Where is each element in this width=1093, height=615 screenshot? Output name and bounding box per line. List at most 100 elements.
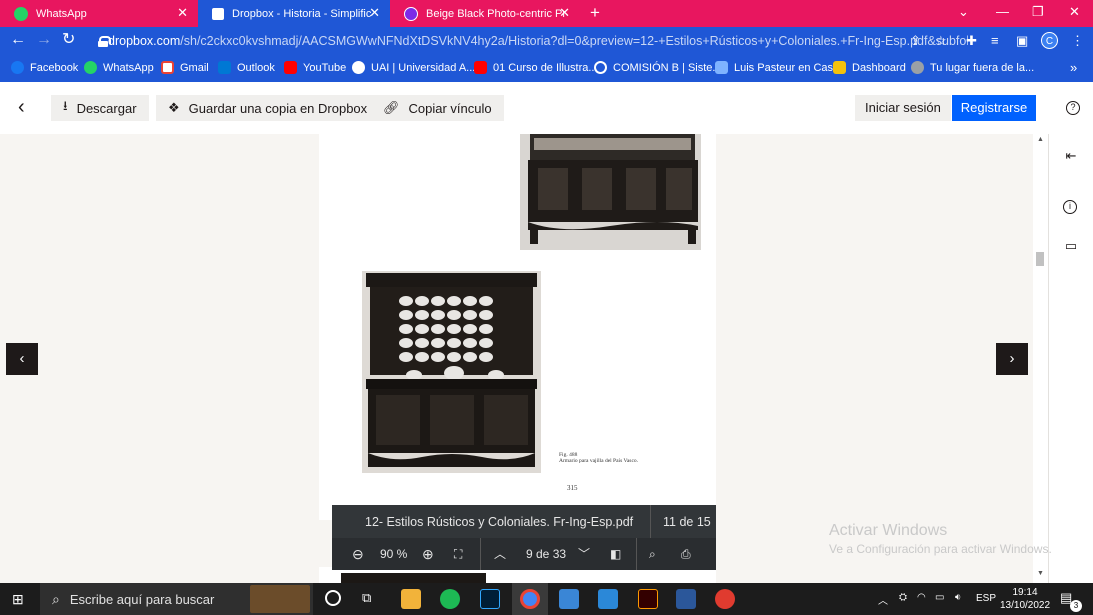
wifi-icon[interactable]: ◠ [917,592,926,603]
collapse-panel-icon[interactable]: ⇤ [1063,148,1079,164]
bookmark-whatsapp[interactable]: WhatsApp [84,61,154,74]
illustrator-icon[interactable] [638,589,658,609]
pdf-file-bar: 12- Estilos Rústicos y Coloniales. Fr-In… [332,505,716,540]
app-icon[interactable] [715,589,735,609]
calendar-icon[interactable] [598,589,618,609]
volume-icon[interactable]: 🔉︎ [955,592,961,603]
tab-search-chevron-icon[interactable]: ⌄ [958,4,969,20]
media-queue-icon[interactable]: ≡ [991,34,999,48]
tab-label: WhatsApp [36,7,87,20]
bookmarks-more-label: » [1070,60,1078,75]
close-icon[interactable]: ✕ [559,6,570,19]
divider [480,538,481,570]
minimize-icon[interactable]: — [996,4,1009,19]
zoom-out-icon[interactable]: ⊖ [352,546,364,562]
scrollbar[interactable]: ▲ ▼ [1033,134,1048,583]
calculator-icon[interactable] [559,589,579,609]
forward-arrow-icon[interactable]: → [36,31,52,49]
taskbar-search[interactable]: ⌕ Escribe aquí para buscar [40,583,313,615]
zoom-in-icon[interactable]: ⊕ [422,546,434,562]
info-icon[interactable]: i [1063,200,1077,214]
bookmark-uai[interactable]: UAI | Universidad A... [352,61,475,74]
pdf-filename: 12- Estilos Rústicos y Coloniales. Fr-In… [365,515,634,529]
url-field[interactable]: dropbox.com/sh/c2ckxc0kvshmadj/AACSMGWwN… [88,29,968,53]
search-icon[interactable]: ⌕ [649,546,656,562]
tray-chevron-icon[interactable]: ︿ [878,592,888,607]
bookmark-star-icon[interactable]: ☆ [935,34,947,48]
file-explorer-icon[interactable] [401,589,421,609]
bookmark-comision[interactable]: COMISIÓN B | Siste... [594,61,722,74]
word-icon[interactable] [676,589,696,609]
previous-file-chevron-icon[interactable]: ‹ [6,343,38,375]
clock[interactable]: 19:14 13/10/2022 [1000,586,1050,612]
share-icon[interactable]: ⇪ [910,34,921,48]
next-page-photo [341,573,486,583]
pdf-controls: ⊖ 90 % ⊕ ⛶ ︿ 9 de 33 ﹀ ◧ ⌕ ⎙ [332,538,716,570]
bookmark-label: WhatsApp [103,61,154,74]
login-button[interactable]: Iniciar sesión [855,95,951,121]
comment-icon[interactable]: ▭ [1063,238,1079,254]
bookmark-dashboard[interactable]: Dashboard [833,61,906,74]
help-icon[interactable]: ? [1066,101,1080,115]
scroll-up-icon[interactable]: ▲ [1037,136,1044,143]
bookmarks-more-icon[interactable]: » [1070,60,1077,75]
facebook-icon [11,61,24,74]
photoshop-icon[interactable] [480,589,500,609]
reload-icon[interactable]: ↻ [62,31,75,49]
back-arrow-icon[interactable]: ← [10,31,26,49]
battery-icon[interactable]: ▭ [935,592,944,603]
fullscreen-icon[interactable]: ⛶ [454,546,462,562]
dropbox-icon [212,7,224,20]
windows-start-icon[interactable]: ⊞ [12,591,24,608]
spotify-icon[interactable] [440,589,460,609]
bookmark-outlook[interactable]: Outlook [218,61,275,74]
tab-canva[interactable]: Beige Black Photo-centric Pride S ✕ [390,0,580,27]
pasteur-icon [715,61,728,74]
sidebar-toggle-icon[interactable]: ◧ [610,546,621,562]
windows-taskbar: ⊞ ⌕ Escribe aquí para buscar ⧉ ︿ ⛭ ◠ ▭ 🔉… [0,583,1093,615]
search-placeholder: Escribe aquí para buscar [69,591,215,607]
tab-dropbox[interactable]: Dropbox - Historia - Simplifica tu ✕ [198,0,390,27]
scrollbar-thumb[interactable] [1036,252,1044,266]
bookmark-label: UAI | Universidad A... [371,61,476,74]
back-chevron-icon[interactable]: ‹ [18,96,25,119]
url-path: /sh/c2ckxc0kvshmadj/AACSMGWwNFNdXtDSVkNV… [180,34,968,48]
window-close-icon[interactable]: ✕ [1069,4,1080,20]
pdf-page: Fig. 488 Armario para vajilla del País V… [319,134,716,520]
bookmark-label: COMISIÓN B | Siste... [613,61,722,74]
chrome-icon[interactable] [520,589,540,609]
close-icon[interactable]: ✕ [369,6,380,19]
profile-avatar[interactable]: C [1041,32,1058,49]
restore-icon[interactable]: ❐ [1032,4,1044,20]
next-file-chevron-icon[interactable]: › [996,343,1028,375]
bookmark-gmail[interactable]: Gmail [161,61,209,74]
language-indicator[interactable]: ESP [976,593,996,604]
side-panel: ⇤ i ▭ [1048,134,1093,583]
save-copy-button[interactable]: ❖ Guardar una copia en Dropbox [156,95,380,121]
previous-page-icon[interactable]: ︿ [494,546,506,562]
scroll-down-icon[interactable]: ▼ [1037,570,1044,577]
register-button[interactable]: Registrarse [952,95,1036,121]
bookmark-label: 01 Curso de Illustra... [493,61,598,74]
new-tab-button[interactable]: + [590,4,600,21]
canva-icon [404,6,418,21]
cortana-icon[interactable] [325,590,341,606]
menu-kebab-icon[interactable]: ⋮ [1071,34,1084,48]
side-panel-icon[interactable]: ▣ [1016,34,1028,48]
next-page-icon[interactable]: ﹀ [578,546,590,562]
task-view-icon[interactable]: ⧉ [362,590,371,606]
close-icon[interactable]: ✕ [177,6,188,19]
bookmark-pasteur[interactable]: Luis Pasteur en Casa [715,61,839,74]
download-button[interactable]: ⭳ Descargar [51,95,149,121]
bookmark-facebook[interactable]: Facebook [11,61,78,74]
extensions-puzzle-icon[interactable]: ✚ [966,34,977,48]
tray-device-icon[interactable]: ⛭ [899,592,907,603]
link-icon: 🔗︎ [383,100,400,115]
bookmark-tu-lugar[interactable]: Tu lugar fuera de la... [911,61,1034,74]
tab-whatsapp[interactable]: WhatsApp ✕ [0,0,198,27]
bookmark-label: Gmail [180,61,209,74]
bookmark-youtube[interactable]: YouTube [284,61,346,74]
copy-link-button[interactable]: 🔗︎ Copiar vínculo [371,95,504,121]
bookmark-curso[interactable]: 01 Curso de Illustra... [474,61,598,74]
print-icon[interactable]: ⎙ [681,546,691,562]
